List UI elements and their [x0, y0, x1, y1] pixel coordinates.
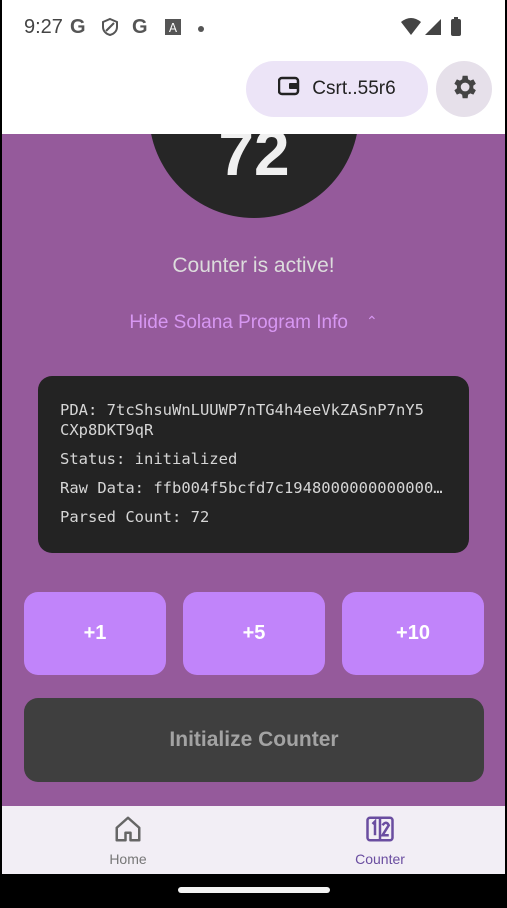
wallet-icon — [278, 76, 300, 102]
gesture-navigation-bar — [2, 874, 505, 908]
nav-label-counter: Counter — [355, 851, 405, 867]
bottom-navigation: Home Counter — [2, 806, 505, 874]
status-time: 9:27 — [24, 16, 63, 38]
pda-line-2: CXp8DKT9qR — [60, 421, 154, 439]
pda-line-1: PDA: 7tcShsuWnLUUWP7nTG4h4eeVkZASnP7nY5 — [60, 401, 424, 419]
home-gesture-handle[interactable] — [178, 887, 330, 893]
more-notifications-dot — [198, 26, 204, 32]
wifi-icon — [401, 18, 421, 35]
status-bar: 9:27 G G A — [2, 0, 505, 56]
toggle-program-info-label: Hide Solana Program Info — [129, 312, 348, 333]
app-screen: 9:27 G G A Csrt..55r6 72 Counter is acti… — [2, 0, 505, 908]
increment-5-button[interactable]: +5 — [183, 592, 325, 675]
nav-label-home: Home — [109, 851, 147, 867]
status-text: Status: initialized — [60, 450, 238, 468]
gear-icon — [449, 72, 479, 107]
signal-icon — [425, 19, 441, 35]
nav-item-counter[interactable]: Counter — [320, 814, 440, 867]
app-header: Csrt..55r6 — [2, 56, 505, 134]
chevron-up-icon: ⌃ — [365, 313, 378, 329]
counter-value: 72 — [218, 134, 290, 189]
counter-screen: 72 Counter is active! Hide Solana Progra… — [2, 134, 505, 806]
parsed-count-text: Parsed Count: 72 — [60, 508, 210, 526]
toggle-program-info-link[interactable]: Hide Solana Program Info ⌃ — [2, 312, 505, 334]
google-notification-icon: G — [70, 16, 86, 38]
home-icon — [113, 816, 143, 848]
pda-text: PDA: 7tcShsuWnLUUWP7nTG4h4eeVkZASnP7nY5 … — [60, 400, 447, 440]
wallet-button[interactable]: Csrt..55r6 — [246, 61, 428, 117]
program-info-card: PDA: 7tcShsuWnLUUWP7nTG4h4eeVkZASnP7nY5 … — [38, 376, 469, 553]
raw-data-text: Raw Data: ffb004f5bcfd7c1948000000000000… — [60, 479, 447, 497]
system-status-icons — [399, 16, 471, 43]
counter-status-text: Counter is active! — [172, 254, 335, 277]
increment-1-button[interactable]: +1 — [24, 592, 166, 675]
a-box-icon: A — [164, 18, 182, 41]
nav-item-home[interactable]: Home — [68, 814, 188, 867]
increment-10-button[interactable]: +10 — [342, 592, 484, 675]
wallet-address: Csrt..55r6 — [312, 78, 396, 99]
google-notification-icon-2: G — [132, 16, 148, 38]
svg-text:A: A — [169, 21, 178, 35]
shield-icon — [100, 17, 120, 42]
counter-icon — [365, 816, 395, 848]
initialize-counter-button[interactable]: Initialize Counter — [24, 698, 484, 782]
settings-button[interactable] — [436, 61, 492, 117]
counter-display: 72 — [149, 134, 359, 218]
battery-icon — [451, 17, 461, 36]
